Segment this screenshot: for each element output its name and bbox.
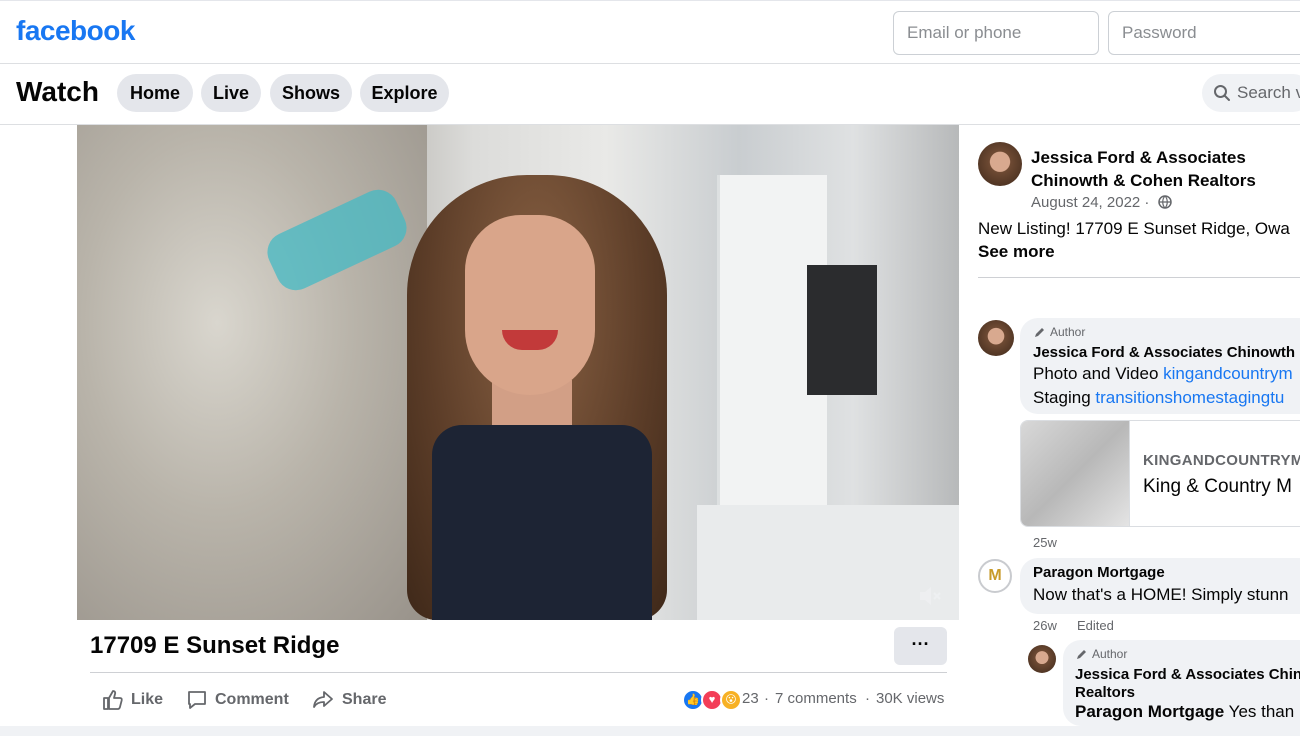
author-badge-label: Author <box>1092 647 1128 661</box>
comment-text: Photo and Video <box>1033 364 1164 383</box>
search-input[interactable]: Search v <box>1202 74 1300 112</box>
author-badge: Author <box>1034 325 1085 339</box>
reply-avatar[interactable] <box>1028 645 1056 673</box>
post-timestamp[interactable]: August 24, 2022 · <box>1031 194 1172 211</box>
post-date-text: August 24, 2022 · <box>1031 194 1150 211</box>
presenter-face <box>465 215 595 395</box>
link-domain: KINGANDCOUNTRYM <box>1143 452 1300 469</box>
page-title: Watch <box>16 76 99 107</box>
mute-icon[interactable] <box>917 583 943 609</box>
divider <box>90 672 947 673</box>
more-options-button[interactable]: ··· <box>894 627 947 665</box>
facebook-logo[interactable]: facebook <box>16 15 135 47</box>
mention-link[interactable]: Paragon Mortgage <box>1075 702 1224 721</box>
comment-link[interactable]: transitionshomestagingtu <box>1095 388 1284 407</box>
link-thumbnail <box>1021 421 1130 526</box>
reply-name-line1[interactable]: Jessica Ford & Associates Chin <box>1075 666 1300 683</box>
pencil-icon <box>1035 328 1044 337</box>
share-button[interactable]: Share <box>312 687 388 713</box>
commenter-name[interactable]: Paragon Mortgage <box>1033 564 1165 581</box>
search-placeholder: Search v <box>1237 83 1300 102</box>
see-more-link[interactable]: See more <box>978 242 1055 262</box>
comment-label: Comment <box>215 691 289 708</box>
top-bar: facebook Email or phone Password <box>0 0 1300 64</box>
reply-name-line2[interactable]: Realtors <box>1075 684 1135 701</box>
search-icon <box>1214 85 1230 101</box>
background-tv <box>807 265 877 395</box>
tab-live[interactable]: Live <box>201 74 261 112</box>
pencil-icon <box>1077 650 1086 659</box>
globe-icon <box>1157 195 1172 209</box>
password-field[interactable]: Password <box>1108 11 1300 55</box>
reply-text-body: Yes than <box>1224 702 1295 721</box>
comment-time[interactable]: 26w <box>1033 618 1057 633</box>
presenter-dress <box>432 425 652 620</box>
share-icon <box>313 691 333 708</box>
like-label: Like <box>131 691 164 708</box>
link-title: King & Country M <box>1143 476 1292 497</box>
dot-separator: · <box>764 690 769 707</box>
tab-shows[interactable]: Shows <box>270 74 352 112</box>
bottom-background <box>0 726 1300 736</box>
watch-nav: Watch Home Live Shows Explore Search v <box>0 64 1300 125</box>
paragon-mortgage-avatar[interactable]: M <box>978 559 1012 593</box>
comment-button[interactable]: Comment <box>186 687 290 713</box>
tab-explore[interactable]: Explore <box>360 74 449 112</box>
video-player[interactable] <box>77 125 959 620</box>
comment-icon <box>188 691 206 709</box>
author-badge-label: Author <box>1050 325 1086 339</box>
commenter-avatar[interactable] <box>978 320 1014 356</box>
comment-line: Staging transitionshomestagingtu <box>1033 388 1284 408</box>
like-button[interactable]: Like <box>102 687 164 713</box>
divider <box>978 277 1300 278</box>
commenter-name[interactable]: Jessica Ford & Associates Chinowth <box>1033 344 1295 361</box>
edited-label: Edited <box>1077 618 1114 633</box>
link-preview-card[interactable]: KINGANDCOUNTRYM King & Country M <box>1020 420 1300 527</box>
thumbs-up-icon <box>103 690 123 710</box>
author-badge: Author <box>1076 647 1127 661</box>
comment-text: Staging <box>1033 388 1096 407</box>
tab-home[interactable]: Home <box>117 74 193 112</box>
comments-count[interactable]: 7 comments <box>775 690 857 707</box>
reaction-count[interactable]: 23 <box>742 690 759 707</box>
email-field[interactable]: Email or phone <box>893 11 1099 55</box>
reaction-icons[interactable]: 👍 ♥ 😮 <box>682 689 744 711</box>
page-avatar[interactable] <box>978 142 1022 186</box>
comment-text: Now that's a HOME! Simply stunn <box>1033 585 1289 604</box>
post-text: New Listing! 17709 E Sunset Ridge, Owa <box>978 219 1290 238</box>
dot-separator: · <box>865 690 870 707</box>
wow-reaction-icon: 😮 <box>720 689 742 711</box>
comment-line: Photo and Video kingandcountrym <box>1033 364 1293 384</box>
share-label: Share <box>342 691 387 708</box>
comment-link[interactable]: kingandcountrym <box>1163 364 1292 383</box>
comment-time[interactable]: 25w <box>1033 535 1057 550</box>
page-name[interactable]: Jessica Ford & Associates Chinowth & Coh… <box>1031 146 1291 192</box>
views-count: 30K views <box>876 690 945 707</box>
reply-text: Paragon Mortgage Yes than <box>1075 702 1294 722</box>
video-title: 17709 E Sunset Ridge <box>90 632 340 659</box>
